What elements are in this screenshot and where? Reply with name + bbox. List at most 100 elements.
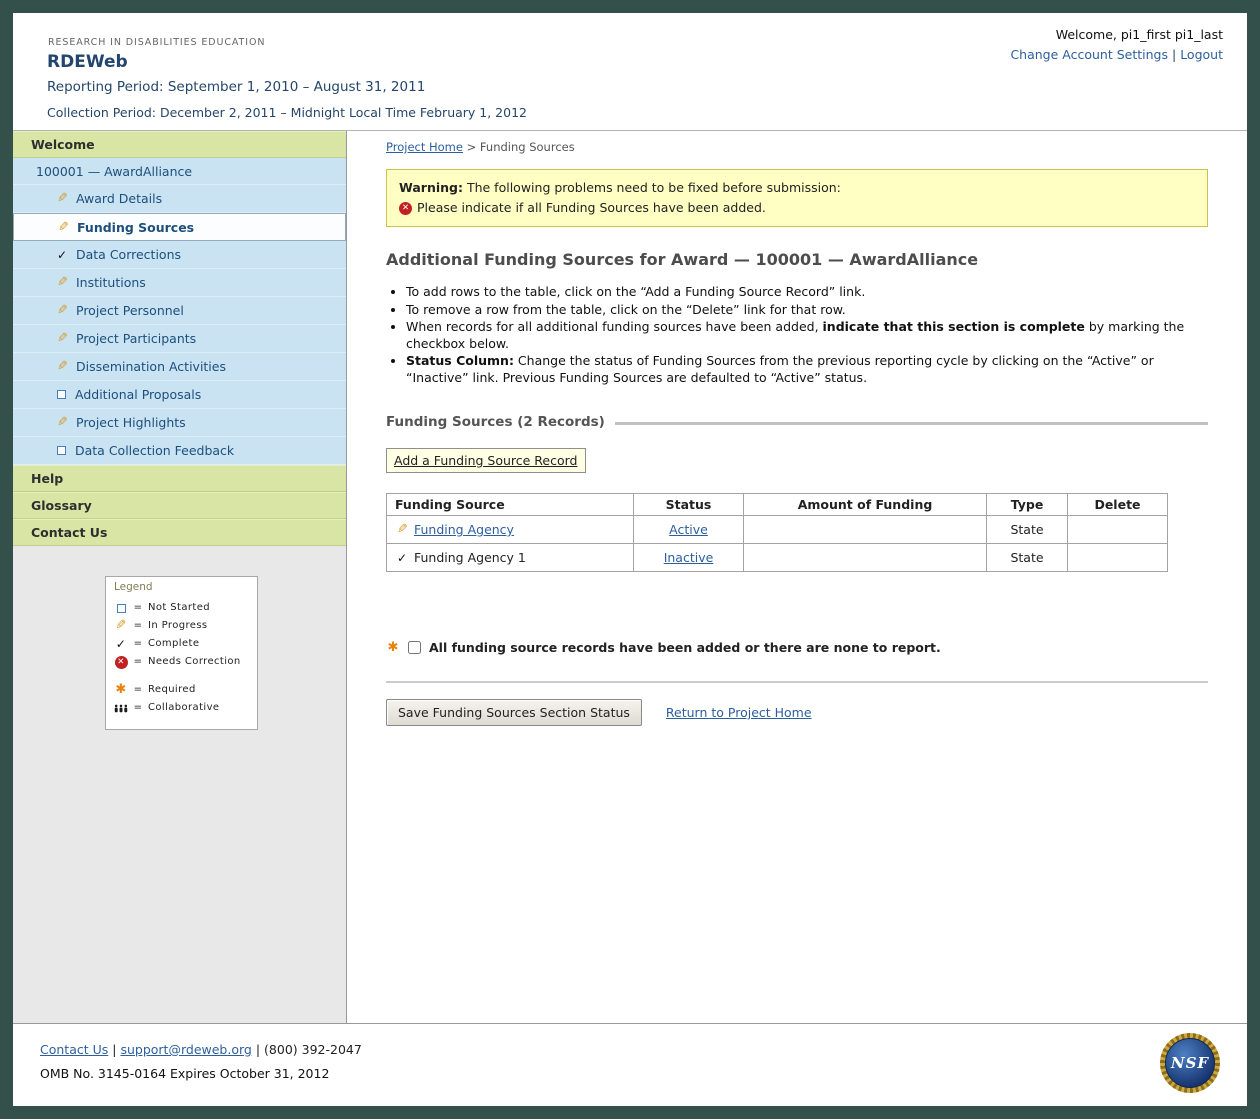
breadcrumb-project-home-link[interactable]: Project Home bbox=[386, 140, 463, 154]
legend-item-complete: = Complete bbox=[114, 635, 251, 653]
sidebar-item-project-highlights[interactable]: Project Highlights bbox=[13, 409, 346, 437]
welcome-user: Welcome, pi1_first pi1_last bbox=[1010, 27, 1223, 42]
amount-cell bbox=[744, 544, 987, 572]
sidebar-item-welcome[interactable]: Welcome bbox=[13, 131, 346, 158]
page: RESEARCH IN DISABILITIES EDUCATION RDEWe… bbox=[13, 13, 1247, 1106]
sidebar-item-data-corrections[interactable]: Data Corrections bbox=[13, 241, 346, 269]
instruction-item: To remove a row from the table, click on… bbox=[406, 302, 1208, 319]
footer-contact-link[interactable]: Contact Us bbox=[40, 1042, 108, 1057]
return-to-project-home-link[interactable]: Return to Project Home bbox=[666, 705, 812, 720]
pencil-icon bbox=[55, 275, 69, 290]
header: RESEARCH IN DISABILITIES EDUCATION RDEWe… bbox=[13, 13, 1247, 130]
sidebar-item-label: Institutions bbox=[76, 275, 146, 290]
sidebar-item-label: Additional Proposals bbox=[75, 387, 201, 402]
delete-cell bbox=[1068, 516, 1168, 544]
instruction-item: To add rows to the table, click on the “… bbox=[406, 284, 1208, 301]
sidebar-item-dissemination-activities[interactable]: Dissemination Activities bbox=[13, 353, 346, 381]
legend-item-needs-correction: = Needs Correction bbox=[114, 653, 251, 671]
sidebar-item-project-participants[interactable]: Project Participants bbox=[13, 325, 346, 353]
type-cell: State bbox=[987, 544, 1068, 572]
square-icon bbox=[117, 604, 126, 613]
warning-item: Please indicate if all Funding Sources h… bbox=[417, 199, 766, 217]
footer-phone: (800) 392-2047 bbox=[264, 1042, 362, 1057]
pencil-icon bbox=[55, 191, 69, 206]
link-divider: | bbox=[1172, 47, 1176, 62]
legend-item-in-progress: = In Progress bbox=[114, 617, 251, 635]
section-heading: Funding Sources (2 Records) bbox=[386, 414, 1208, 430]
collection-period: Collection Period: December 2, 2011 – Mi… bbox=[47, 105, 1225, 120]
legend-label: In Progress bbox=[148, 617, 208, 635]
logout-link[interactable]: Logout bbox=[1180, 47, 1223, 62]
breadcrumb-current: Funding Sources bbox=[480, 140, 575, 154]
sidebar-item-data-collection-feedback[interactable]: Data Collection Feedback bbox=[13, 437, 346, 465]
sidebar-item-glossary[interactable]: Glossary bbox=[13, 492, 346, 519]
nsf-logo: NSF bbox=[1160, 1033, 1220, 1093]
type-cell: State bbox=[987, 516, 1068, 544]
column-amount: Amount of Funding bbox=[744, 494, 987, 516]
sidebar-item-award[interactable]: 100001 — AwardAlliance bbox=[13, 158, 346, 185]
table-row: Funding Agency 1 Inactive State bbox=[387, 544, 1168, 572]
instructions-list: To add rows to the table, click on the “… bbox=[386, 284, 1208, 386]
footer: Contact Us | support@rdeweb.org | (800) … bbox=[13, 1024, 1247, 1105]
pencil-icon bbox=[55, 303, 69, 318]
funding-complete-checkbox[interactable] bbox=[408, 641, 421, 654]
people-icon bbox=[114, 703, 128, 714]
main: Project Home > Funding Sources Warning: … bbox=[347, 131, 1247, 1023]
footer-contact-line: Contact Us | support@rdeweb.org | (800) … bbox=[40, 1042, 1233, 1057]
section-rule bbox=[615, 422, 1208, 425]
pencil-icon bbox=[114, 617, 128, 635]
square-icon bbox=[57, 446, 66, 455]
save-section-status-button[interactable]: Save Funding Sources Section Status bbox=[386, 699, 642, 726]
page-title: Additional Funding Sources for Award — 1… bbox=[386, 250, 1208, 269]
sidebar-item-label: Data Corrections bbox=[76, 247, 181, 262]
check-icon bbox=[395, 551, 409, 565]
legend-label: Needs Correction bbox=[148, 653, 241, 671]
delete-cell bbox=[1068, 544, 1168, 572]
breadcrumb-separator: > bbox=[467, 140, 477, 154]
footer-email-link[interactable]: support@rdeweb.org bbox=[120, 1042, 251, 1057]
sidebar-item-project-personnel[interactable]: Project Personnel bbox=[13, 297, 346, 325]
sidebar-item-additional-proposals[interactable]: Additional Proposals bbox=[13, 381, 346, 409]
table-row: Funding Agency Active State bbox=[387, 516, 1168, 544]
breadcrumb: Project Home > Funding Sources bbox=[386, 140, 1208, 154]
confirm-section: All funding source records have been add… bbox=[386, 640, 1208, 655]
legend-title: Legend bbox=[114, 581, 251, 593]
square-icon bbox=[57, 390, 66, 399]
pencil-icon bbox=[55, 331, 69, 346]
table-header-row: Funding Source Status Amount of Funding … bbox=[387, 494, 1168, 516]
sidebar-item-help[interactable]: Help bbox=[13, 465, 346, 492]
confirm-label: All funding source records have been add… bbox=[429, 640, 941, 655]
legend-label: Complete bbox=[148, 635, 199, 653]
sidebar-background: Legend = Not Started = In Progress = bbox=[13, 546, 346, 1023]
pencil-icon bbox=[55, 359, 69, 374]
sidebar-item-label: Project Personnel bbox=[76, 303, 184, 318]
check-icon bbox=[114, 635, 128, 653]
funding-source-name: Funding Agency 1 bbox=[414, 550, 526, 565]
sidebar-item-institutions[interactable]: Institutions bbox=[13, 269, 346, 297]
legend-label: Required bbox=[148, 681, 196, 699]
instruction-item: Status Column: Change the status of Fund… bbox=[406, 353, 1208, 386]
warning-label: Warning: bbox=[399, 180, 463, 195]
column-funding-source: Funding Source bbox=[387, 494, 634, 516]
reporting-period: Reporting Period: September 1, 2010 – Au… bbox=[47, 79, 1225, 95]
column-type: Type bbox=[987, 494, 1068, 516]
divider bbox=[386, 681, 1208, 683]
actions: Save Funding Sources Section Status Retu… bbox=[386, 699, 1208, 726]
funding-source-link[interactable]: Funding Agency bbox=[414, 522, 514, 537]
sidebar: Welcome 100001 — AwardAlliance Award Det… bbox=[13, 131, 347, 1023]
add-funding-source-link[interactable]: Add a Funding Source Record bbox=[394, 453, 578, 468]
footer-omb: OMB No. 3145-0164 Expires October 31, 20… bbox=[40, 1066, 1233, 1081]
legend-item-not-started: = Not Started bbox=[114, 599, 251, 617]
pencil-icon bbox=[395, 522, 409, 537]
sidebar-item-contact-us[interactable]: Contact Us bbox=[13, 519, 346, 546]
error-icon bbox=[115, 656, 128, 669]
legend-label: Not Started bbox=[148, 599, 210, 617]
change-account-settings-link[interactable]: Change Account Settings bbox=[1010, 47, 1168, 62]
status-link[interactable]: Active bbox=[669, 522, 708, 537]
status-link[interactable]: Inactive bbox=[664, 550, 714, 565]
sidebar-item-label: Funding Sources bbox=[77, 220, 194, 235]
sidebar-item-funding-sources[interactable]: Funding Sources bbox=[13, 213, 346, 241]
pencil-icon bbox=[55, 415, 69, 430]
sidebar-item-label: Dissemination Activities bbox=[76, 359, 226, 374]
sidebar-item-award-details[interactable]: Award Details bbox=[13, 185, 346, 213]
